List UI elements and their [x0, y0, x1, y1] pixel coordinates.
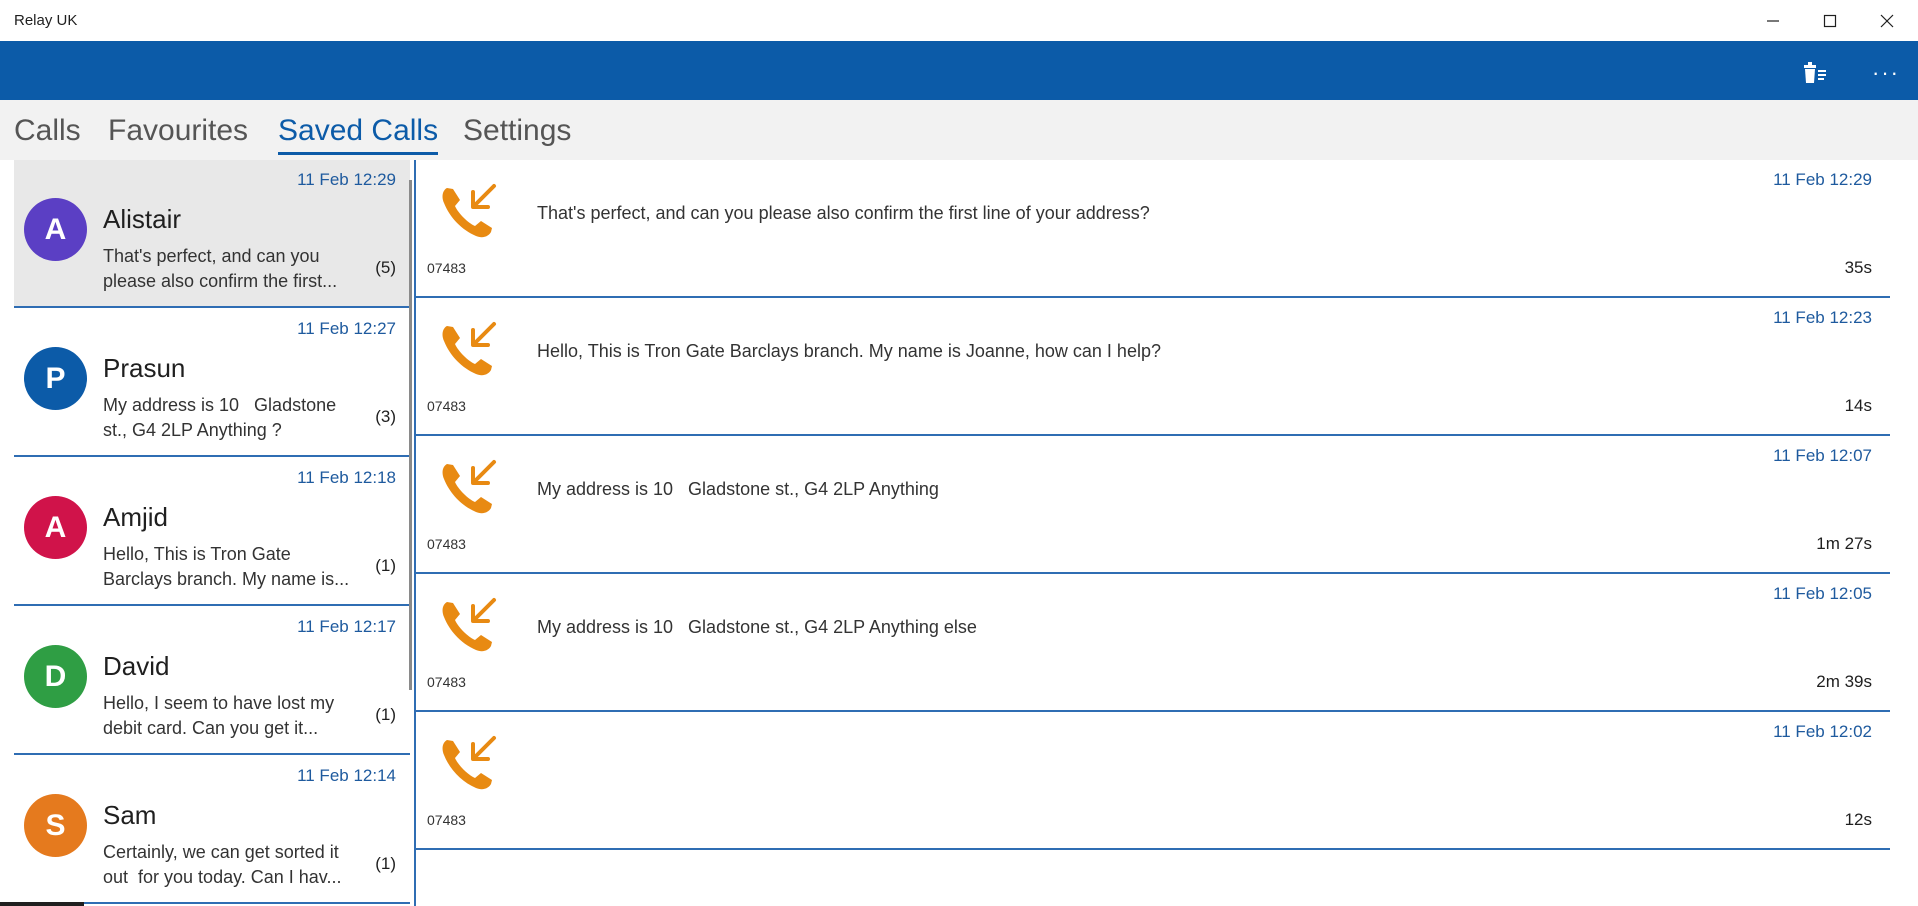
- contact-item-amjid[interactable]: 11 Feb 12:18 A Amjid Hello, This is Tron…: [14, 458, 410, 606]
- contact-item-david[interactable]: 11 Feb 12:17 D David Hello, I seem to ha…: [14, 607, 410, 755]
- call-duration: 1m 27s: [1816, 534, 1872, 553]
- call-duration: 14s: [1844, 396, 1872, 415]
- contact-name: Prasun: [103, 353, 186, 383]
- call-item[interactable]: That's perfect, and can you please also …: [416, 160, 1890, 298]
- contact-time: 11 Feb 12:17: [297, 617, 396, 636]
- contact-count: (3): [375, 407, 396, 426]
- contact-count: (1): [375, 556, 396, 575]
- call-transcript: That's perfect, and can you please also …: [537, 203, 1150, 223]
- call-duration: 12s: [1844, 810, 1872, 829]
- close-button[interactable]: [1859, 0, 1915, 41]
- call-transcript: My address is 10 Gladstone st., G4 2LP A…: [537, 617, 977, 637]
- avatar: A: [24, 198, 87, 261]
- call-item[interactable]: My address is 10 Gladstone st., G4 2LP A…: [416, 436, 1890, 574]
- incoming-call-icon: [442, 322, 496, 376]
- contact-name: Sam: [103, 800, 157, 830]
- call-number: 07483: [427, 812, 466, 828]
- call-time: 11 Feb 12:05: [1773, 584, 1872, 603]
- incoming-call-icon: [442, 736, 496, 790]
- contact-list-scrollbar[interactable]: [409, 180, 412, 690]
- saved-contacts-list: 11 Feb 12:29 A Alistair That's perfect, …: [14, 160, 410, 906]
- contact-item-sam[interactable]: 11 Feb 12:14 S Sam Certainly, we can get…: [14, 756, 410, 904]
- contact-item-prasun[interactable]: 11 Feb 12:27 P Prasun My address is 10 G…: [14, 309, 410, 457]
- incoming-call-icon: [442, 460, 496, 514]
- contact-item-alistair[interactable]: 11 Feb 12:29 A Alistair That's perfect, …: [14, 160, 410, 308]
- close-icon: [1880, 14, 1894, 27]
- tab-favourites[interactable]: Favourites: [108, 114, 248, 152]
- contact-preview: Hello, I seem to have lost my debit card…: [103, 693, 340, 738]
- tab-saved-calls[interactable]: Saved Calls: [278, 114, 439, 155]
- call-time: 11 Feb 12:02: [1773, 722, 1872, 741]
- call-transcript: My address is 10 Gladstone st., G4 2LP A…: [537, 479, 939, 499]
- contact-name: David: [103, 651, 170, 681]
- contact-time: 11 Feb 12:29: [297, 170, 396, 189]
- contact-preview: Certainly, we can get sorted it out for …: [103, 842, 344, 887]
- avatar: S: [24, 794, 87, 857]
- call-number: 07483: [427, 398, 466, 414]
- minimize-icon: [1767, 19, 1779, 22]
- call-number: 07483: [427, 260, 466, 276]
- delete-saved-calls-button[interactable]: [1795, 53, 1835, 93]
- call-number: 07483: [427, 536, 466, 552]
- contact-preview: That's perfect, and can you please also …: [103, 246, 338, 291]
- call-item[interactable]: Hello, This is Tron Gate Barclays branch…: [416, 298, 1890, 436]
- saved-calls-detail-list: That's perfect, and can you please also …: [416, 160, 1890, 906]
- contact-preview: My address is 10 Gladstone st., G4 2LP A…: [103, 395, 342, 440]
- contact-time: 11 Feb 12:14: [297, 766, 396, 785]
- contact-count: (1): [375, 854, 396, 873]
- call-item[interactable]: My address is 10 Gladstone st., G4 2LP A…: [416, 574, 1890, 712]
- contact-count: (1): [375, 705, 396, 724]
- delete-list-icon: [1804, 62, 1826, 83]
- call-time: 11 Feb 12:29: [1773, 170, 1872, 189]
- app-bar: ···: [0, 41, 1918, 100]
- call-item[interactable]: 11 Feb 12:02 07483 12s: [416, 712, 1890, 850]
- call-time: 11 Feb 12:07: [1773, 446, 1872, 465]
- contact-name: Alistair: [103, 204, 182, 234]
- call-duration: 35s: [1844, 258, 1872, 277]
- contact-time: 11 Feb 12:27: [297, 319, 396, 338]
- minimize-button[interactable]: [1745, 0, 1801, 41]
- maximize-button[interactable]: [1802, 0, 1858, 41]
- call-duration: 2m 39s: [1816, 672, 1872, 691]
- call-time: 11 Feb 12:23: [1773, 308, 1872, 327]
- call-number: 07483: [427, 674, 466, 690]
- tab-calls[interactable]: Calls: [14, 114, 81, 152]
- title-bar: Relay UK: [0, 0, 1918, 42]
- window-title: Relay UK: [14, 12, 78, 29]
- contact-name: Amjid: [103, 502, 169, 532]
- contact-time: 11 Feb 12:18: [297, 468, 396, 487]
- tab-settings[interactable]: Settings: [463, 114, 571, 152]
- maximize-icon: [1823, 14, 1837, 27]
- avatar: A: [24, 496, 87, 559]
- contact-preview: Hello, This is Tron Gate Barclays branch…: [103, 544, 350, 589]
- incoming-call-icon: [442, 598, 496, 652]
- more-options-button[interactable]: ···: [1866, 53, 1906, 93]
- avatar: P: [24, 347, 87, 410]
- avatar: D: [24, 645, 87, 708]
- incoming-call-icon: [442, 184, 496, 238]
- call-transcript: Hello, This is Tron Gate Barclays branch…: [537, 341, 1161, 361]
- taskbar-edge: [0, 902, 84, 906]
- contact-count: (5): [375, 258, 396, 277]
- tab-bar: Calls Favourites Saved Calls Settings: [0, 100, 1918, 160]
